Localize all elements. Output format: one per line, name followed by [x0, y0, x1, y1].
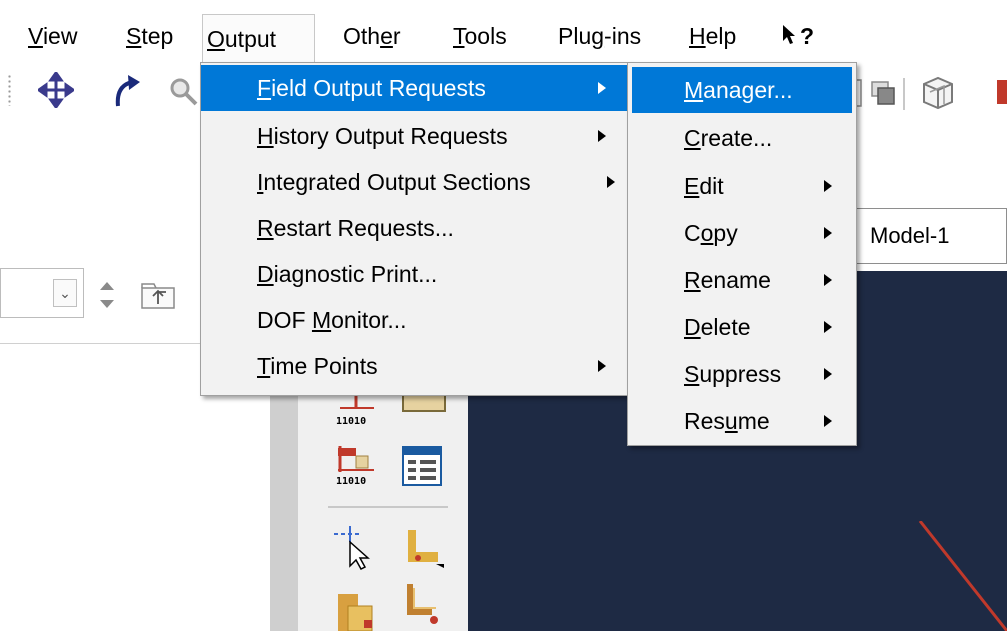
- menu-item-time-points[interactable]: Time Points: [201, 343, 631, 389]
- menu-item-delete[interactable]: Delete: [628, 304, 856, 350]
- submenu-arrow-icon: [598, 82, 606, 94]
- coupling-icon[interactable]: [402, 582, 446, 631]
- menu-tools[interactable]: Tools: [449, 18, 511, 58]
- menu-other[interactable]: Other: [339, 18, 405, 58]
- menu-item-field-output-requests[interactable]: Field Output Requests: [201, 65, 631, 111]
- render-icon[interactable]: [916, 74, 964, 112]
- model-selector-value: Model-1: [870, 223, 950, 248]
- toolbox-button-history-manager[interactable]: [402, 446, 442, 486]
- model-selector[interactable]: Model-1: [853, 208, 1007, 264]
- menu-item-create[interactable]: Create...: [628, 115, 856, 161]
- submenu-arrow-icon: [824, 274, 832, 286]
- zoom-icon[interactable]: [166, 76, 200, 106]
- constraint-icon[interactable]: [334, 586, 380, 631]
- whats-this-icon: [783, 25, 795, 44]
- connector-icon[interactable]: [402, 528, 446, 570]
- menu-plugins[interactable]: Plug-ins: [554, 18, 645, 58]
- rotate-icon[interactable]: [112, 72, 142, 108]
- toolbar-red-icon[interactable]: [997, 80, 1007, 104]
- submenu-arrow-icon: [824, 321, 832, 333]
- menu-item-integrated-output-sections[interactable]: Integrated Output Sections: [201, 159, 631, 205]
- whats-this-button[interactable]: ?: [778, 18, 818, 58]
- menu-item-resume[interactable]: Resume: [628, 398, 856, 444]
- toolbox-panel: 11010 11010: [298, 378, 468, 631]
- toolbar-grip[interactable]: [8, 74, 11, 106]
- menu-item-suppress[interactable]: Suppress: [628, 351, 856, 397]
- left-combo-box[interactable]: ⌄: [0, 268, 84, 318]
- toolbox-separator: [328, 506, 448, 508]
- output-menu-dropdown: Field Output Requests History Output Req…: [200, 62, 632, 396]
- select-box-icon[interactable]: [852, 78, 912, 110]
- model-edge-line: [918, 521, 1007, 631]
- menu-item-edit[interactable]: Edit: [628, 163, 856, 209]
- parent-folder-icon[interactable]: [138, 282, 178, 312]
- pan-icon[interactable]: [38, 72, 74, 108]
- submenu-arrow-icon: [824, 415, 832, 427]
- menu-item-history-output-requests[interactable]: History Output Requests: [201, 113, 631, 159]
- submenu-arrow-icon: [607, 176, 615, 188]
- submenu-arrow-icon: [598, 360, 606, 372]
- menu-item-diagnostic-print[interactable]: Diagnostic Print...: [201, 251, 631, 297]
- menu-bar: View Step Output Other Tools Plug-ins He…: [0, 0, 1007, 66]
- menu-output[interactable]: Output: [202, 14, 315, 62]
- menu-item-dof-monitor[interactable]: DOF Monitor...: [201, 297, 631, 343]
- toolbox-button-history-output[interactable]: 11010: [334, 444, 380, 492]
- submenu-arrow-icon: [824, 227, 832, 239]
- field-output-requests-submenu: Manager... Create... Edit Copy Rename De…: [627, 62, 857, 446]
- menu-item-rename[interactable]: Rename: [628, 257, 856, 303]
- icon-caption: 11010: [336, 476, 367, 487]
- menu-item-copy[interactable]: Copy: [628, 210, 856, 256]
- spinner-icon[interactable]: [94, 278, 120, 312]
- menu-step[interactable]: Step: [122, 18, 177, 58]
- vertical-splitter[interactable]: [270, 378, 298, 631]
- submenu-arrow-icon: [598, 130, 606, 142]
- menu-item-manager[interactable]: Manager...: [632, 67, 852, 113]
- submenu-arrow-icon: [824, 180, 832, 192]
- menu-view[interactable]: View: [24, 18, 81, 58]
- query-pick-icon[interactable]: [332, 524, 380, 570]
- history-output-icon: [338, 446, 374, 472]
- submenu-arrow-icon: [824, 368, 832, 380]
- icon-caption: 11010: [336, 416, 367, 427]
- chevron-down-icon[interactable]: ⌄: [53, 279, 77, 307]
- menu-item-restart-requests[interactable]: Restart Requests...: [201, 205, 631, 251]
- menu-help[interactable]: Help: [685, 18, 740, 58]
